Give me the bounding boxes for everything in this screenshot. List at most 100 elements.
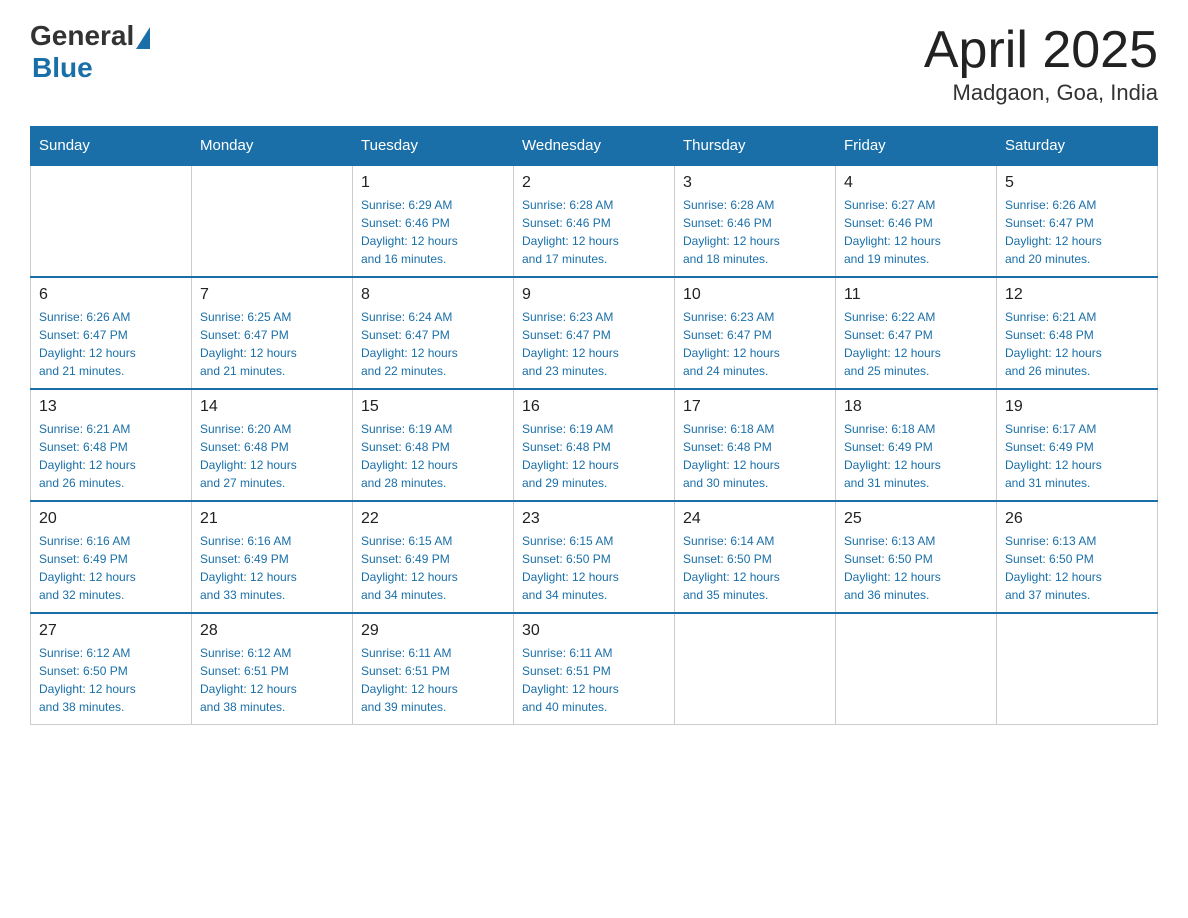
month-title: April 2025: [924, 20, 1158, 80]
calendar-cell: 12Sunrise: 6:21 AM Sunset: 6:48 PM Dayli…: [997, 277, 1158, 389]
calendar-cell: 3 Sunrise: 6:28 AM Sunset: 6:46 PM Daylig…: [675, 165, 836, 277]
day-number: 1: [361, 174, 505, 192]
calendar-cell: [836, 613, 997, 725]
day-number: 9: [522, 286, 666, 304]
calendar-cell: 28Sunrise: 6:12 AM Sunset: 6:51 PM Dayli…: [192, 613, 353, 725]
day-info: Sunrise: 6:15 AM Sunset: 6:49 PM Dayligh…: [361, 532, 505, 604]
logo: General Blue: [30, 20, 150, 84]
calendar-cell: 29 Sunrise: 6:11 AM Sunset: 6:51 PM Dayli…: [353, 613, 514, 725]
calendar-cell: 6 Sunrise: 6:26 AM Sunset: 6:47 PM Daylig…: [31, 277, 192, 389]
weekday-header-wednesday: Wednesday: [514, 127, 675, 166]
day-info: Sunrise: 6:26 AM Sunset: 6:47 PM Dayligh…: [39, 308, 183, 380]
calendar-cell: [192, 165, 353, 277]
day-number: 29: [361, 622, 505, 640]
day-info: Sunrise: 6:21 AM Sunset: 6:48 PM Dayligh…: [1005, 308, 1149, 380]
calendar-cell: 13 Sunrise: 6:21 AM Sunset: 6:48 PM Dayli…: [31, 389, 192, 501]
day-number: 27: [39, 622, 183, 640]
day-number: 20: [39, 510, 183, 528]
calendar-cell: 2 Sunrise: 6:28 AM Sunset: 6:46 PM Daylig…: [514, 165, 675, 277]
day-info: Sunrise: 6:26 AM Sunset: 6:47 PM Dayligh…: [1005, 196, 1149, 268]
day-info: Sunrise: 6:15 AM Sunset: 6:50 PM Dayligh…: [522, 532, 666, 604]
day-info: Sunrise: 6:29 AM Sunset: 6:46 PM Dayligh…: [361, 196, 505, 268]
calendar-cell: 25 Sunrise: 6:13 AM Sunset: 6:50 PM Dayli…: [836, 501, 997, 613]
calendar-cell: 20 Sunrise: 6:16 AM Sunset: 6:49 PM Dayli…: [31, 501, 192, 613]
calendar-cell: 27 Sunrise: 6:12 AM Sunset: 6:50 PM Dayli…: [31, 613, 192, 725]
day-number: 24: [683, 510, 827, 528]
calendar-cell: 24 Sunrise: 6:14 AM Sunset: 6:50 PM Dayli…: [675, 501, 836, 613]
day-info: Sunrise: 6:24 AM Sunset: 6:47 PM Dayligh…: [361, 308, 505, 380]
calendar-cell: 19 Sunrise: 6:17 AM Sunset: 6:49 PM Dayli…: [997, 389, 1158, 501]
day-number: 22: [361, 510, 505, 528]
title-section: April 2025 Madgaon, Goa, India: [924, 20, 1158, 106]
week-row-4: 20 Sunrise: 6:16 AM Sunset: 6:49 PM Dayli…: [31, 501, 1158, 613]
calendar-cell: 23Sunrise: 6:15 AM Sunset: 6:50 PM Dayli…: [514, 501, 675, 613]
week-row-5: 27 Sunrise: 6:12 AM Sunset: 6:50 PM Dayli…: [31, 613, 1158, 725]
day-number: 25: [844, 510, 988, 528]
day-info: Sunrise: 6:17 AM Sunset: 6:49 PM Dayligh…: [1005, 420, 1149, 492]
day-number: 10: [683, 286, 827, 304]
weekday-header-friday: Friday: [836, 127, 997, 166]
day-info: Sunrise: 6:16 AM Sunset: 6:49 PM Dayligh…: [39, 532, 183, 604]
day-number: 30: [522, 622, 666, 640]
page-header: General Blue April 2025 Madgaon, Goa, In…: [30, 20, 1158, 106]
calendar-cell: 8 Sunrise: 6:24 AM Sunset: 6:47 PM Daylig…: [353, 277, 514, 389]
day-info: Sunrise: 6:28 AM Sunset: 6:46 PM Dayligh…: [522, 196, 666, 268]
calendar-cell: 1 Sunrise: 6:29 AM Sunset: 6:46 PM Daylig…: [353, 165, 514, 277]
day-info: Sunrise: 6:28 AM Sunset: 6:46 PM Dayligh…: [683, 196, 827, 268]
day-number: 14: [200, 398, 344, 416]
day-info: Sunrise: 6:13 AM Sunset: 6:50 PM Dayligh…: [1005, 532, 1149, 604]
day-number: 5: [1005, 174, 1149, 192]
day-number: 7: [200, 286, 344, 304]
day-info: Sunrise: 6:14 AM Sunset: 6:50 PM Dayligh…: [683, 532, 827, 604]
calendar-cell: 17 Sunrise: 6:18 AM Sunset: 6:48 PM Dayli…: [675, 389, 836, 501]
day-info: Sunrise: 6:11 AM Sunset: 6:51 PM Dayligh…: [361, 644, 505, 716]
logo-general-text: General: [30, 20, 134, 52]
day-number: 2: [522, 174, 666, 192]
weekday-header-sunday: Sunday: [31, 127, 192, 166]
day-number: 17: [683, 398, 827, 416]
calendar-cell: 11Sunrise: 6:22 AM Sunset: 6:47 PM Dayli…: [836, 277, 997, 389]
day-info: Sunrise: 6:18 AM Sunset: 6:48 PM Dayligh…: [683, 420, 827, 492]
calendar-table: SundayMondayTuesdayWednesdayThursdayFrid…: [30, 126, 1158, 725]
day-info: Sunrise: 6:11 AM Sunset: 6:51 PM Dayligh…: [522, 644, 666, 716]
day-info: Sunrise: 6:23 AM Sunset: 6:47 PM Dayligh…: [683, 308, 827, 380]
weekday-header-tuesday: Tuesday: [353, 127, 514, 166]
weekday-header-thursday: Thursday: [675, 127, 836, 166]
weekday-header-saturday: Saturday: [997, 127, 1158, 166]
calendar-cell: 21Sunrise: 6:16 AM Sunset: 6:49 PM Dayli…: [192, 501, 353, 613]
day-number: 6: [39, 286, 183, 304]
day-info: Sunrise: 6:18 AM Sunset: 6:49 PM Dayligh…: [844, 420, 988, 492]
location-title: Madgaon, Goa, India: [924, 80, 1158, 106]
calendar-cell: 4 Sunrise: 6:27 AM Sunset: 6:46 PM Daylig…: [836, 165, 997, 277]
calendar-cell: 7Sunrise: 6:25 AM Sunset: 6:47 PM Daylig…: [192, 277, 353, 389]
day-number: 13: [39, 398, 183, 416]
day-number: 8: [361, 286, 505, 304]
day-info: Sunrise: 6:13 AM Sunset: 6:50 PM Dayligh…: [844, 532, 988, 604]
calendar-cell: [997, 613, 1158, 725]
day-number: 16: [522, 398, 666, 416]
day-info: Sunrise: 6:19 AM Sunset: 6:48 PM Dayligh…: [361, 420, 505, 492]
day-number: 3: [683, 174, 827, 192]
calendar-cell: [31, 165, 192, 277]
calendar-cell: 5 Sunrise: 6:26 AM Sunset: 6:47 PM Daylig…: [997, 165, 1158, 277]
day-number: 11: [844, 286, 988, 304]
day-number: 26: [1005, 510, 1149, 528]
week-row-1: 1 Sunrise: 6:29 AM Sunset: 6:46 PM Daylig…: [31, 165, 1158, 277]
day-info: Sunrise: 6:19 AM Sunset: 6:48 PM Dayligh…: [522, 420, 666, 492]
calendar-cell: 30 Sunrise: 6:11 AM Sunset: 6:51 PM Dayli…: [514, 613, 675, 725]
calendar-cell: 9 Sunrise: 6:23 AM Sunset: 6:47 PM Daylig…: [514, 277, 675, 389]
day-info: Sunrise: 6:12 AM Sunset: 6:50 PM Dayligh…: [39, 644, 183, 716]
calendar-cell: 22 Sunrise: 6:15 AM Sunset: 6:49 PM Dayli…: [353, 501, 514, 613]
day-number: 19: [1005, 398, 1149, 416]
day-info: Sunrise: 6:23 AM Sunset: 6:47 PM Dayligh…: [522, 308, 666, 380]
calendar-cell: 18Sunrise: 6:18 AM Sunset: 6:49 PM Dayli…: [836, 389, 997, 501]
logo-triangle-icon: [136, 27, 150, 49]
day-info: Sunrise: 6:12 AM Sunset: 6:51 PM Dayligh…: [200, 644, 344, 716]
logo-blue-text: Blue: [32, 52, 93, 83]
calendar-cell: 16 Sunrise: 6:19 AM Sunset: 6:48 PM Dayli…: [514, 389, 675, 501]
day-number: 4: [844, 174, 988, 192]
day-info: Sunrise: 6:21 AM Sunset: 6:48 PM Dayligh…: [39, 420, 183, 492]
calendar-cell: 10 Sunrise: 6:23 AM Sunset: 6:47 PM Dayli…: [675, 277, 836, 389]
day-info: Sunrise: 6:27 AM Sunset: 6:46 PM Dayligh…: [844, 196, 988, 268]
day-number: 15: [361, 398, 505, 416]
